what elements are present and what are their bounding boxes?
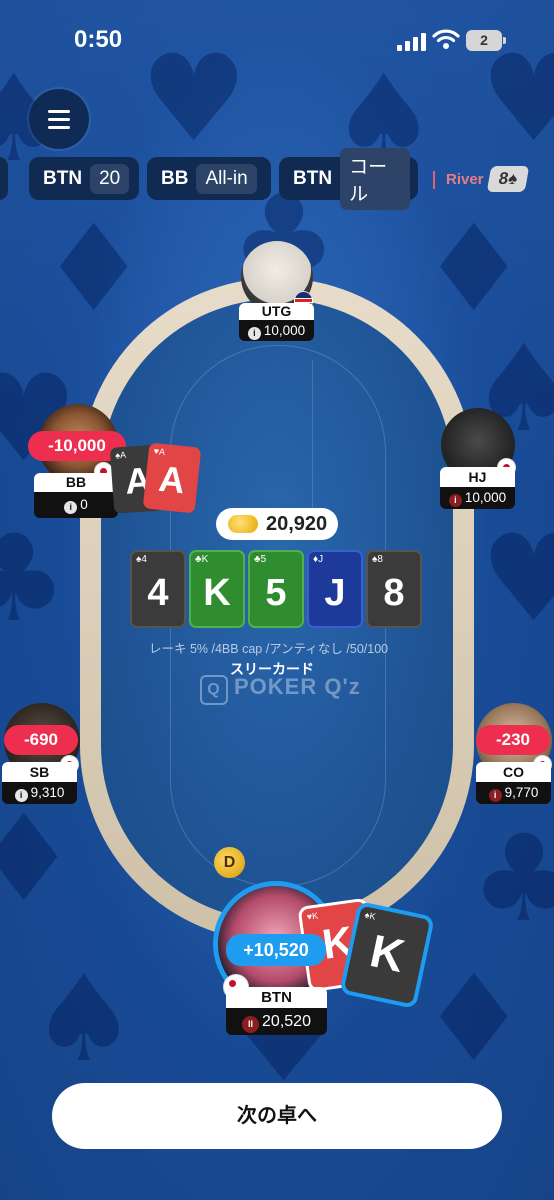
stack-amount: 9,310: [30, 785, 65, 800]
hole-card: ♥A A: [142, 442, 202, 514]
result-badge: -690: [4, 725, 78, 755]
seat-position: UTG: [239, 303, 314, 320]
card-mini: ♠8: [372, 554, 383, 565]
street-label: River: [446, 171, 484, 188]
card-rank: 5: [265, 572, 287, 614]
signal-icon: [397, 33, 427, 51]
card-mini: ♥A: [153, 445, 166, 458]
status-time: 0:50: [74, 26, 123, 53]
river-card: 8♠: [486, 166, 530, 192]
stack-icon: II: [242, 1016, 260, 1033]
seat-position: BTN: [226, 987, 327, 1008]
card-rank: K: [203, 572, 231, 614]
history-item: BTN コール: [279, 147, 418, 210]
history-action: 20: [90, 163, 130, 194]
next-table-button[interactable]: 次の卓へ: [52, 1083, 502, 1149]
history-position: BTN: [43, 167, 83, 189]
result-badge: +10,520: [226, 934, 326, 966]
history-action: コール: [340, 147, 410, 210]
logo-mark: Q: [200, 675, 228, 705]
stack-amount: 9,770: [504, 785, 539, 800]
battery-icon: 2: [466, 30, 506, 51]
result-badge: -230: [476, 725, 550, 755]
menu-button[interactable]: [29, 89, 89, 149]
wifi-icon: [432, 29, 460, 49]
card-mini: ♣5: [254, 554, 267, 565]
seat-stack: i 9,310: [2, 782, 77, 804]
board-card: ♣5 5: [248, 550, 304, 628]
seat-stack: i 10,000: [239, 320, 314, 341]
board-card: ♠8 8: [366, 550, 422, 628]
history-item-partial: [0, 157, 8, 200]
felt-line: [312, 360, 313, 530]
card-rank: 4: [147, 572, 169, 614]
stack-amount: 0: [80, 497, 88, 512]
board-card: ♦J J: [307, 550, 363, 628]
seat-position: HJ: [440, 467, 515, 487]
card-rank: J: [324, 572, 346, 614]
history-position: BB: [161, 167, 189, 189]
stack-icon: i: [448, 494, 462, 507]
seat-stack: i0: [34, 492, 118, 518]
stack-amount: 10,000: [263, 323, 306, 338]
pot-amount: 20,920: [266, 513, 328, 535]
card-mini: ♥K: [306, 910, 319, 923]
history-position: BTN: [293, 167, 333, 189]
rules-text: レーキ 5% /4BB cap /アンティなし /50/100: [149, 642, 389, 656]
stack-amount: 10,000: [464, 490, 507, 505]
card-mini: ♠4: [136, 554, 147, 565]
card-rank: 8: [383, 572, 405, 614]
dealer-button: D: [214, 847, 245, 878]
stack-icon: i: [247, 327, 261, 340]
board-card: ♠4 4: [130, 550, 186, 628]
history-action: All-in: [196, 163, 257, 194]
seat-stack: II 20,520: [226, 1008, 327, 1035]
street-divider: [433, 171, 435, 189]
card-rank: A: [156, 457, 187, 502]
card-mini: ♦J: [313, 554, 324, 565]
card-rank: K: [365, 924, 410, 982]
card-mini: ♣K: [195, 554, 209, 565]
seat-position: SB: [2, 762, 77, 782]
stack-icon: i: [14, 789, 28, 802]
history-item: BTN 20: [29, 157, 139, 200]
seat-position: BB: [34, 473, 118, 492]
card-mini: ♠A: [114, 449, 127, 461]
pot-display: 20,920: [216, 508, 338, 540]
stack-icon: i: [488, 789, 502, 802]
board-card: ♣K K: [189, 550, 245, 628]
stack-amount: 20,520: [262, 1013, 311, 1030]
history-item: BB All-in: [147, 157, 271, 200]
stack-icon: i: [64, 501, 78, 514]
seat-stack: i 9,770: [476, 782, 551, 804]
seat-stack: i 10,000: [440, 487, 515, 509]
seat-position: CO: [476, 762, 551, 782]
chips-icon: [228, 515, 258, 533]
hand-name: スリーカード: [230, 661, 314, 677]
